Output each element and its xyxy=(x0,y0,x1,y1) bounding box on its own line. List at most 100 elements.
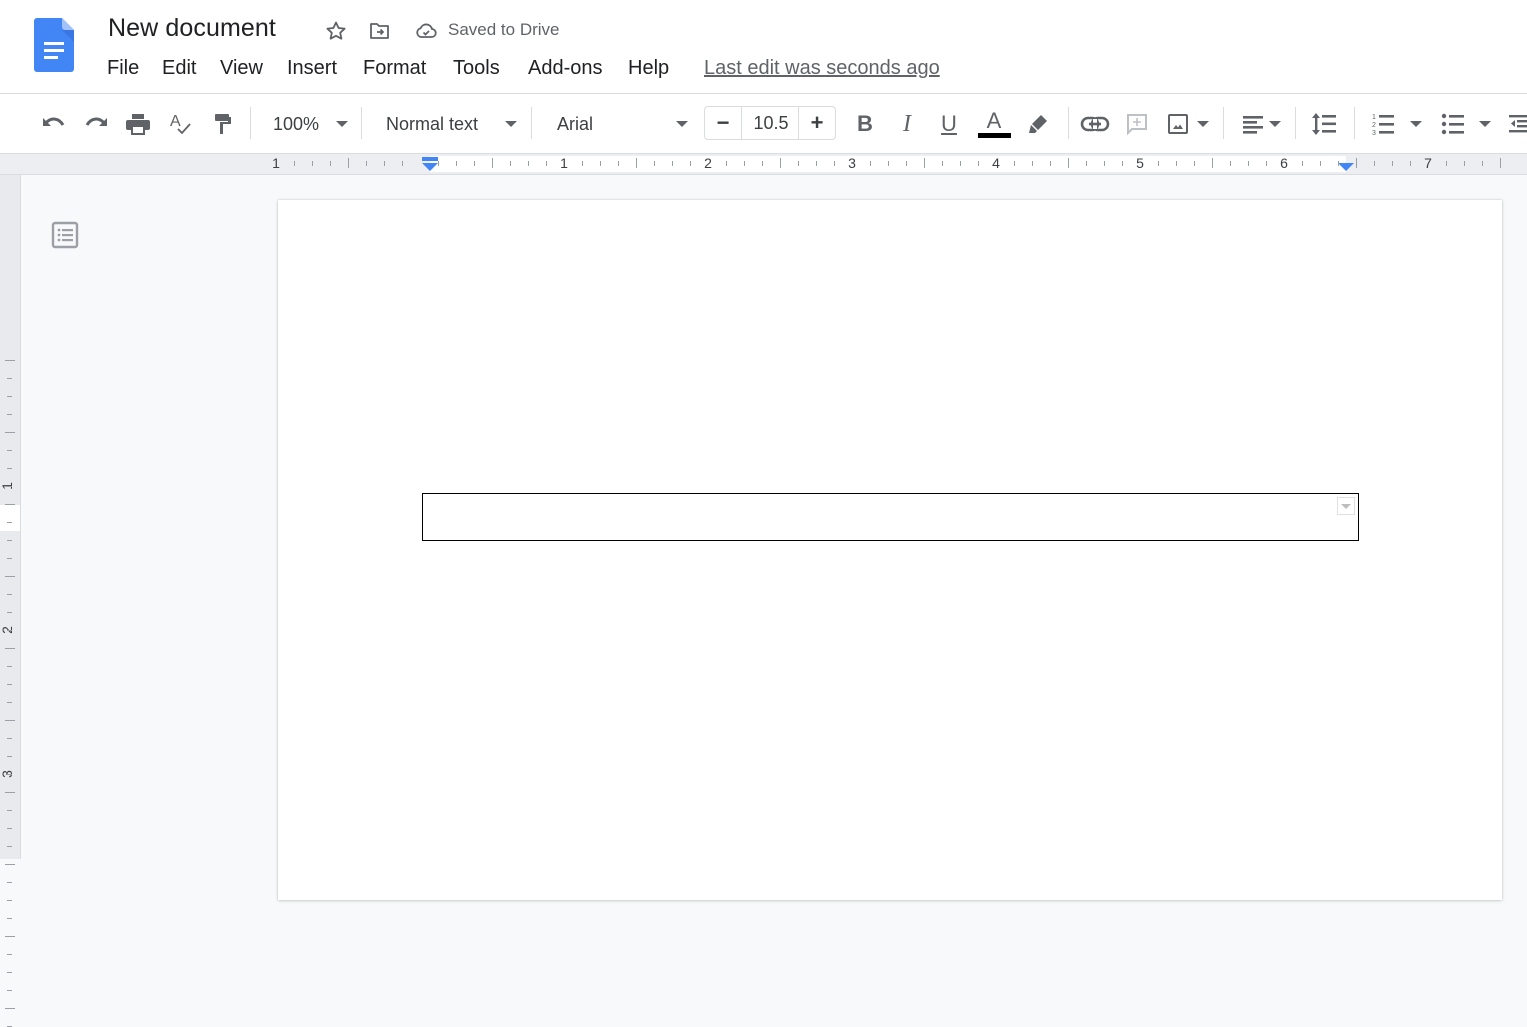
bulleted-list-dropdown-icon[interactable] xyxy=(1479,121,1491,127)
ruler-tick xyxy=(1482,161,1483,166)
ruler-tick xyxy=(1032,161,1033,166)
insert-link-button[interactable] xyxy=(1080,110,1110,138)
bulleted-list-button[interactable] xyxy=(1439,110,1467,138)
text-color-button[interactable]: A xyxy=(977,110,1011,138)
insert-image-dropdown-icon[interactable] xyxy=(1197,121,1209,127)
font-size-input[interactable] xyxy=(742,107,800,139)
menu-insert[interactable]: Insert xyxy=(287,57,337,80)
vertical-ruler[interactable]: 1 2 3 xyxy=(0,175,21,1027)
italic-button[interactable]: I xyxy=(893,110,921,138)
ruler-label: 6 xyxy=(1280,155,1288,171)
underline-button[interactable]: U xyxy=(935,110,963,138)
menu-view[interactable]: View xyxy=(220,57,263,80)
ruler-tick xyxy=(7,558,12,559)
cloud-done-icon[interactable] xyxy=(414,19,438,43)
ruler-tick xyxy=(780,158,781,168)
ruler-label: 1 xyxy=(560,155,568,171)
add-comment-icon xyxy=(1127,114,1147,136)
ruler-tick xyxy=(7,540,12,541)
ruler-tick xyxy=(5,792,15,793)
align-dropdown-icon[interactable] xyxy=(1269,121,1281,127)
menu-addons[interactable]: Add-ons xyxy=(528,57,603,80)
ruler-tick xyxy=(348,158,349,168)
ruler-tick xyxy=(1194,161,1195,166)
paragraph-style-select[interactable]: Normal text xyxy=(376,110,522,138)
undo-button[interactable] xyxy=(40,110,68,138)
menu-help[interactable]: Help xyxy=(628,57,669,80)
bold-button[interactable]: B xyxy=(851,110,879,138)
star-icon[interactable] xyxy=(324,19,348,43)
ruler-tick xyxy=(1500,158,1501,168)
menu-format[interactable]: Format xyxy=(363,57,426,80)
font-value: Arial xyxy=(557,113,594,134)
increase-font-size-button[interactable]: + xyxy=(798,107,835,139)
numbered-list-button[interactable]: 1 2 3 xyxy=(1369,110,1397,138)
ruler-tick xyxy=(1104,161,1105,166)
ruler-tick xyxy=(834,161,835,166)
chevron-down-icon xyxy=(676,121,688,127)
redo-button[interactable] xyxy=(82,110,110,138)
ruler-tick xyxy=(690,161,691,166)
right-indent-marker-icon[interactable] xyxy=(1337,162,1355,172)
horizontal-ruler[interactable]: 1 1 2 3 4 5 6 7 xyxy=(0,154,1527,175)
ruler-tick xyxy=(7,486,12,487)
numbered-list-dropdown-icon[interactable] xyxy=(1410,121,1422,127)
text-color-icon: A xyxy=(986,108,1002,133)
ruler-tick xyxy=(7,738,12,739)
chevron-down-icon xyxy=(505,121,517,127)
insert-image-icon xyxy=(1168,114,1188,134)
ruler-tick xyxy=(5,432,15,433)
menu-tools[interactable]: Tools xyxy=(453,57,500,80)
document-outline-icon[interactable] xyxy=(51,221,79,249)
ruler-tick xyxy=(1158,161,1159,166)
decrease-font-size-button[interactable]: − xyxy=(705,107,742,139)
menu-edit[interactable]: Edit xyxy=(162,57,196,80)
svg-text:A: A xyxy=(170,113,181,130)
print-icon xyxy=(126,114,150,135)
add-comment-button[interactable] xyxy=(1123,110,1151,138)
saved-status[interactable]: Saved to Drive xyxy=(448,20,560,40)
font-select[interactable]: Arial xyxy=(546,110,692,138)
ruler-tick xyxy=(7,918,12,919)
highlight-button[interactable] xyxy=(1024,110,1052,138)
ruler-tick xyxy=(1068,158,1069,168)
ruler-tick xyxy=(456,161,457,166)
spellcheck-button[interactable]: A xyxy=(166,110,194,138)
svg-text:1: 1 xyxy=(1372,114,1376,121)
google-docs-logo-icon[interactable] xyxy=(34,18,74,72)
ruler-tick xyxy=(402,161,403,166)
line-spacing-icon xyxy=(1312,113,1336,135)
zoom-select[interactable]: 100% xyxy=(264,110,352,138)
toolbar-divider xyxy=(250,107,251,139)
toolbar-divider xyxy=(361,107,362,139)
ruler-tick xyxy=(654,161,655,166)
ruler-tick xyxy=(1410,161,1411,166)
ruler-tick xyxy=(1266,161,1267,166)
paint-format-button[interactable] xyxy=(209,110,237,138)
left-indent-marker-icon[interactable] xyxy=(421,157,439,172)
ruler-tick xyxy=(7,450,12,451)
decrease-indent-button[interactable] xyxy=(1505,110,1527,138)
dropdown-chip-button[interactable] xyxy=(1337,497,1355,515)
ruler-tick xyxy=(5,1008,15,1009)
document-dropdown-field[interactable] xyxy=(422,493,1359,541)
ruler-tick xyxy=(5,504,15,505)
line-spacing-button[interactable] xyxy=(1310,110,1338,138)
ruler-tick xyxy=(438,161,439,166)
bold-icon: B xyxy=(857,111,873,136)
ruler-tick xyxy=(1302,161,1303,166)
last-edit-link[interactable]: Last edit was seconds ago xyxy=(704,57,940,80)
menu-file[interactable]: File xyxy=(107,57,139,80)
align-button[interactable] xyxy=(1239,110,1267,138)
insert-image-button[interactable] xyxy=(1164,110,1192,138)
toolbar-divider xyxy=(1354,107,1355,139)
ruler-tick xyxy=(636,158,637,168)
highlight-icon xyxy=(1029,115,1047,133)
ruler-tick xyxy=(492,158,493,168)
print-button[interactable] xyxy=(124,110,152,138)
ruler-tick xyxy=(7,522,12,523)
move-to-folder-icon[interactable] xyxy=(368,19,392,43)
paragraph-style-value: Normal text xyxy=(386,113,479,134)
document-page[interactable] xyxy=(278,200,1502,900)
document-title[interactable]: New document xyxy=(108,14,276,43)
